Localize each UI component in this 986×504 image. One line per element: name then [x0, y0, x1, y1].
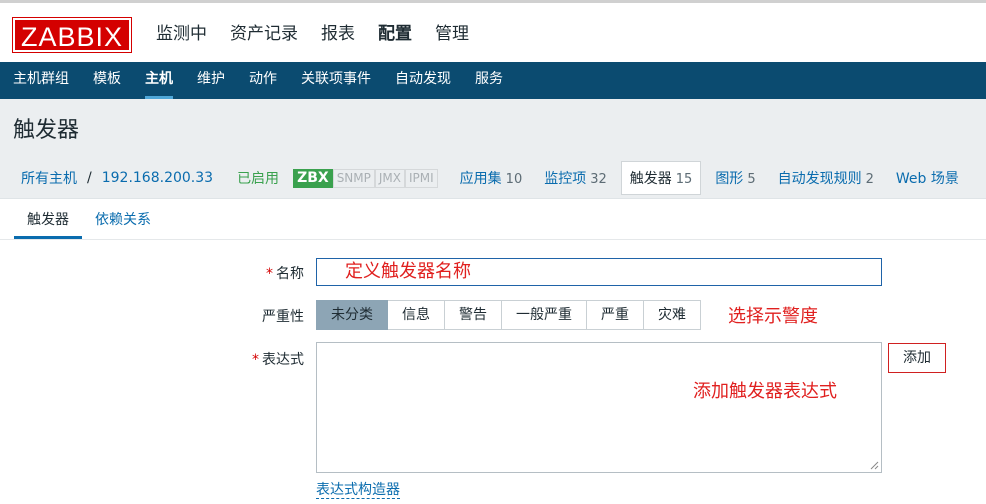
submenu-host-groups[interactable]: 主机群组: [13, 62, 69, 99]
nav-applications-label: 应用集: [459, 171, 502, 187]
nav-triggers-count: 15: [675, 172, 693, 187]
sub-menu: 主机群组 模板 主机 维护 动作 关联项事件 自动发现 服务: [0, 62, 986, 99]
trigger-form-panel: 触发器 依赖关系 * 名称 定义触发器名称 严重性 未分类 信息 警告 一般严重 …: [0, 198, 986, 504]
expression-annotation: 添加触发器表达式: [693, 381, 837, 402]
add-expression-button[interactable]: 添加: [888, 343, 946, 373]
badge-jmx: JMX: [374, 168, 405, 188]
severity-label: 严重性: [262, 309, 304, 325]
severity-disaster[interactable]: 灾难: [644, 300, 701, 330]
severity-information[interactable]: 信息: [388, 300, 445, 330]
nav-triggers-label: 触发器: [629, 171, 672, 187]
nav-items[interactable]: 监控项 32: [544, 168, 607, 188]
breadcrumb-host[interactable]: 192.168.200.33: [102, 170, 213, 186]
zabbix-logo[interactable]: ZABBIX: [12, 17, 132, 53]
expression-label: * 表达式: [220, 349, 304, 369]
severity-not-classified[interactable]: 未分类: [316, 300, 388, 330]
required-mark: *: [266, 266, 273, 282]
name-label: * 名称: [220, 263, 304, 283]
expression-label-text: 表达式: [262, 352, 304, 368]
badge-zbx: ZBX: [293, 168, 333, 188]
nav-triggers[interactable]: 触发器 15: [620, 161, 702, 195]
required-mark: *: [252, 352, 259, 368]
name-annotation: 定义触发器名称: [345, 261, 471, 282]
form-tabs: 触发器 依赖关系: [14, 199, 164, 239]
nav-discovery-rules[interactable]: 自动发现规则 2: [778, 168, 874, 188]
menu-reports[interactable]: 报表: [321, 21, 355, 47]
tab-dependencies[interactable]: 依赖关系: [82, 199, 164, 239]
nav-applications-count: 10: [505, 172, 523, 187]
page-title: 触发器: [13, 118, 80, 143]
submenu-maintenance[interactable]: 维护: [197, 62, 225, 99]
expression-textarea[interactable]: [316, 342, 882, 473]
tab-divider: [0, 239, 986, 240]
host-navigation: 所有主机 / 192.168.200.33 已启用 ZBX SNMP JMX I…: [0, 160, 986, 196]
breadcrumb-all-hosts[interactable]: 所有主机: [21, 168, 77, 188]
tab-trigger[interactable]: 触发器: [14, 199, 82, 239]
breadcrumb-separator: /: [87, 170, 92, 186]
nav-graphs-count: 5: [747, 172, 756, 187]
severity-selector: 未分类 信息 警告 一般严重 严重 灾难: [316, 300, 701, 330]
submenu-hosts[interactable]: 主机: [145, 62, 173, 99]
name-label-text: 名称: [276, 266, 304, 282]
nav-web-scenarios-label: Web 场景: [895, 171, 959, 187]
badge-snmp: SNMP: [332, 168, 375, 188]
expression-builder-link[interactable]: 表达式构造器: [316, 482, 400, 499]
nav-items-count: 32: [590, 172, 607, 187]
nav-discovery-rules-label: 自动发现规则: [777, 171, 862, 187]
menu-monitoring[interactable]: 监测中: [156, 21, 207, 47]
submenu-templates[interactable]: 模板: [93, 62, 121, 99]
nav-graphs-label: 图形: [715, 171, 744, 187]
nav-applications[interactable]: 应用集 10: [460, 168, 523, 188]
menu-configuration[interactable]: 配置: [378, 21, 412, 47]
resize-handle-icon[interactable]: [870, 461, 879, 470]
submenu-correlation[interactable]: 关联项事件: [301, 62, 371, 99]
nav-discovery-rules-count: 2: [865, 172, 874, 187]
submenu-discovery[interactable]: 自动发现: [395, 62, 451, 99]
severity-warning[interactable]: 警告: [445, 300, 502, 330]
top-header: ZABBIX 监测中 资产记录 报表 配置 管理: [0, 0, 986, 62]
badge-ipmi: IPMI: [405, 168, 438, 188]
host-status[interactable]: 已启用: [237, 168, 279, 188]
severity-annotation: 选择示警度: [728, 306, 818, 327]
main-menu: 监测中 资产记录 报表 配置 管理: [156, 21, 492, 47]
availability-badges: ZBX SNMP JMX IPMI: [293, 168, 438, 188]
submenu-services[interactable]: 服务: [475, 62, 503, 99]
nav-graphs[interactable]: 图形 5: [715, 168, 755, 188]
severity-high[interactable]: 严重: [587, 300, 644, 330]
submenu-actions[interactable]: 动作: [249, 62, 277, 99]
nav-web-scenarios[interactable]: Web 场景: [896, 168, 959, 188]
nav-items-label: 监控项: [544, 171, 587, 187]
menu-inventory[interactable]: 资产记录: [230, 21, 298, 47]
menu-administration[interactable]: 管理: [435, 21, 469, 47]
severity-average[interactable]: 一般严重: [502, 300, 587, 330]
